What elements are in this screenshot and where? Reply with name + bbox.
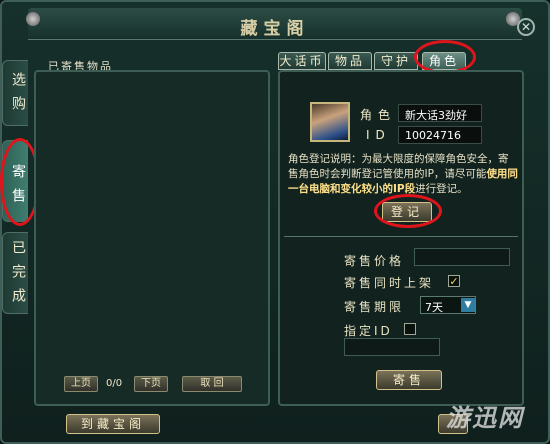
retrieve-button[interactable]: 取 回 bbox=[182, 376, 242, 392]
tab-completed[interactable]: 已完成 bbox=[2, 232, 28, 314]
character-name-label: 角色 bbox=[360, 108, 397, 122]
description-text: 角色登记说明：为最大限度的保障角色安全，寄售角色时会判断登记管使用的IP，请尽可… bbox=[288, 153, 509, 180]
price-input[interactable] bbox=[414, 248, 510, 266]
tab-items[interactable]: 物品 bbox=[328, 52, 372, 70]
register-description: 角色登记说明：为最大限度的保障角色安全，寄售角色时会判断登记管使用的IP，请尽可… bbox=[288, 152, 518, 197]
period-value: 7天 bbox=[425, 301, 443, 314]
specify-id-checkbox[interactable] bbox=[404, 323, 416, 335]
auto-list-label: 寄售同时上架 bbox=[344, 276, 435, 290]
watermark: 游迅网 bbox=[446, 404, 524, 432]
tab-completed-label: 已完成 bbox=[10, 240, 26, 312]
prev-page-button[interactable]: 上页 bbox=[64, 376, 98, 392]
tab-buy-label: 选购 bbox=[10, 72, 26, 120]
divider bbox=[284, 236, 518, 237]
highlight-circle bbox=[414, 40, 476, 74]
pin-icon bbox=[26, 12, 40, 26]
consign-button[interactable]: 寄售 bbox=[376, 370, 442, 390]
close-button[interactable]: ✕ bbox=[517, 18, 535, 36]
specify-id-label: 指定ID bbox=[344, 324, 393, 338]
specify-id-input[interactable] bbox=[344, 338, 440, 356]
tab-buy[interactable]: 选购 bbox=[2, 60, 28, 126]
period-label: 寄售期限 bbox=[344, 300, 405, 314]
description-tail: 进行登记。 bbox=[415, 183, 468, 195]
tab-currency[interactable]: 大话币 bbox=[278, 52, 326, 70]
character-id-value: 10024716 bbox=[398, 126, 482, 144]
price-label: 寄售价格 bbox=[344, 254, 405, 268]
window-title: 藏宝阁 bbox=[240, 19, 310, 39]
title-bar[interactable]: 藏宝阁 bbox=[28, 8, 522, 40]
highlight-circle bbox=[374, 194, 442, 228]
auto-list-checkbox[interactable]: ✓ bbox=[448, 275, 460, 287]
tab-guardian[interactable]: 守护 bbox=[374, 52, 418, 70]
period-select[interactable]: 7天 ▼ bbox=[420, 296, 476, 314]
chevron-down-icon[interactable]: ▼ bbox=[461, 298, 475, 312]
goto-cangbaoge-button[interactable]: 到藏宝阁 bbox=[66, 414, 160, 434]
next-page-button[interactable]: 下页 bbox=[134, 376, 168, 392]
consigned-items-list[interactable] bbox=[34, 70, 270, 406]
character-avatar bbox=[310, 102, 350, 142]
page-indicator: 0/0 bbox=[106, 378, 123, 389]
character-name-value: 新大话3劲好玩 bbox=[398, 104, 482, 138]
character-id-label: ID bbox=[366, 128, 391, 142]
